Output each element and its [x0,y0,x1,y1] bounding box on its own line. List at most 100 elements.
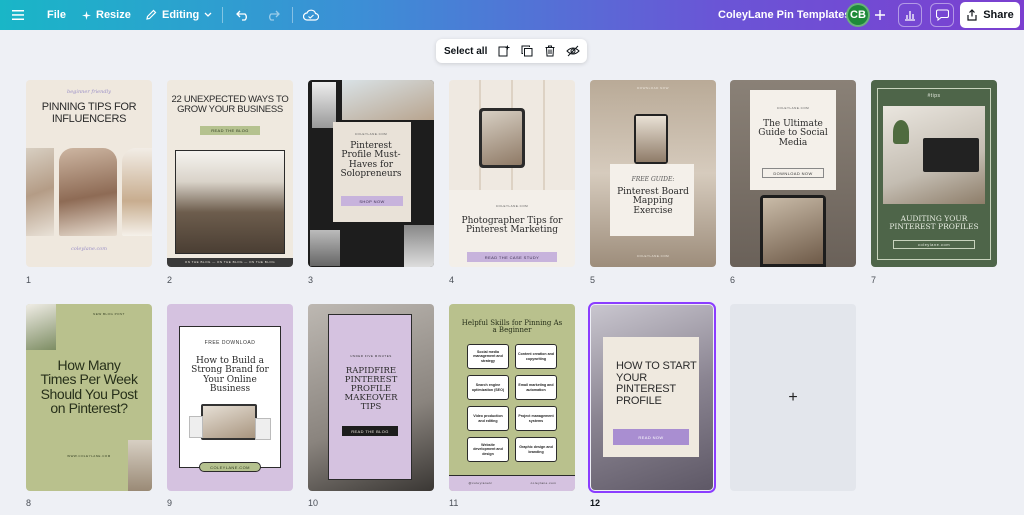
file-menu-label: File [47,9,66,21]
invite-button[interactable] [868,3,892,27]
page-thumbnail-4[interactable]: COLEYLANE.COM Photographer Tips for Pint… [449,80,575,267]
page-9-tablet [255,418,271,440]
page-thumbnail-6[interactable]: COLEYLANE.COM The Ultimate Guide to Soci… [730,80,856,267]
page-number: 5 [590,275,596,285]
page-3-site: COLEYLANE.COM [354,132,388,136]
share-button[interactable]: Share [960,2,1020,28]
page-number: 10 [308,498,319,508]
page-number: 7 [871,275,877,285]
page-6-tablet [760,195,826,267]
page-1-photo-left [26,148,54,236]
hamburger-icon [12,10,24,20]
page-2-title: 22 UNEXPECTED WAYS TO GROW YOUR BUSINESS [171,94,289,115]
avatar[interactable]: CB [846,3,870,27]
skill-box: Website development and design [467,437,509,462]
pencil-icon [145,9,157,21]
bar-chart-icon [904,9,916,21]
page-number: 2 [167,275,173,285]
redo-button[interactable] [266,0,280,30]
page-5-title: Pinterest Board Mapping Exercise [617,187,689,216]
page-12-button: READ NOW [613,429,689,445]
add-page-button[interactable]: + [730,304,856,491]
page-1-photo-right [122,148,152,236]
page-10-kicker: UNDER FIVE MINUTES [350,354,392,358]
add-page-icon[interactable] [496,43,512,59]
editing-mode-dropdown[interactable]: Editing [145,0,212,30]
insights-button[interactable] [898,3,922,27]
selection-toolbar: Select all [436,39,587,63]
divider [222,7,223,23]
undo-icon [236,9,250,21]
skill-box: Video production and editing [467,406,509,431]
page-thumbnail-8[interactable]: NEW BLOG POST How Many Times Per Week Sh… [26,304,152,491]
page-3-film-photo [342,80,434,120]
undo-button[interactable] [236,0,250,30]
file-menu[interactable]: File [47,0,66,30]
page-number: 4 [449,275,455,285]
page-5-top: DOWNLOAD NOW [637,86,669,90]
page-number: 12 [590,498,601,508]
editing-label: Editing [162,9,200,21]
skill-box: Project management systems [515,406,557,431]
project-title[interactable]: ColeyLane Pin Templates [718,0,850,30]
page-10-button: READ THE BLOG [342,426,398,436]
page-number: 1 [26,275,32,285]
page-5-footer: COLEYLANE.COM [636,254,670,258]
page-4-title: Photographer Tips for Pinterest Marketin… [461,216,563,236]
page-thumbnail-12[interactable]: HOW TO START YOUR PINTEREST PROFILE READ… [588,302,716,493]
avatar-initials: CB [850,9,866,21]
page-2-photo [175,150,285,254]
page-4-button: READ THE CASE STUDY [467,252,557,262]
page-7-photo [883,106,985,204]
page-thumbnail-1[interactable]: beginner friendly PINNING TIPS FOR INFLU… [26,80,152,267]
page-10-title: RAPIDFIRE PINTEREST PROFILE MAKEOVER TIP… [344,366,398,412]
page-8-photo-corner [128,440,152,491]
page-number: 11 [449,498,459,508]
skill-box: Search engine optimization (SEO) [467,375,509,400]
page-9-button: COLEYLANE.COM [199,462,261,472]
page-11-footer-left: @coleylanelc [468,481,493,485]
page-4-site: COLEYLANE.COM [495,204,529,208]
page-1-footer: coleylane.com [70,246,108,252]
redo-icon [266,9,280,21]
page-6-site: COLEYLANE.COM [776,106,810,110]
page-9-kicker: FREE DOWNLOAD [204,340,256,346]
cloud-save-status[interactable] [303,0,319,30]
page-3-title: Pinterest Profile Must-Haves for Solopre… [340,141,402,180]
hide-icon[interactable] [565,43,581,59]
page-4-tablet [479,108,525,168]
page-9-title: How to Build a Strong Brand for Your Onl… [191,356,269,395]
skill-box: Graphic design and branding [515,437,557,462]
page-thumbnail-11[interactable]: Helpful Skills for Pinning As a Beginner… [449,304,575,491]
duplicate-icon[interactable] [519,43,535,59]
sparkle-icon [82,10,91,20]
page-number: 9 [167,498,173,508]
page-11-footer-right: coleylane.com [530,481,557,485]
page-number: 6 [730,275,736,285]
plus-icon [875,10,885,20]
trash-icon[interactable] [542,43,558,59]
resize-button[interactable]: Resize [82,0,131,30]
page-thumbnail-10[interactable]: UNDER FIVE MINUTES RAPIDFIRE PINTEREST P… [308,304,434,491]
skill-box: Content creation and copywriting [515,344,557,369]
cloud-icon [303,9,319,21]
page-number: 3 [308,275,314,285]
comments-button[interactable] [930,3,954,27]
plus-icon: + [788,388,798,406]
resize-label: Resize [96,9,131,21]
page-thumbnail-9[interactable]: FREE DOWNLOAD How to Build a Strong Bran… [167,304,293,491]
page-2-footer: ON THE BLOG — ON THE BLOG — ON THE BLOG [167,258,293,267]
select-all-button[interactable]: Select all [444,46,487,57]
page-thumbnail-2[interactable]: 22 UNEXPECTED WAYS TO GROW YOUR BUSINESS… [167,80,293,267]
page-thumbnail-3[interactable]: COLEYLANE.COM Pinterest Profile Must-Hav… [308,80,434,267]
share-label: Share [983,9,1014,21]
page-1-title: PINNING TIPS FOR INFLUENCERS [41,101,137,125]
page-8-kicker: NEW BLOG POST [93,312,125,316]
page-9-tablet [189,416,203,438]
page-1-kicker: beginner friendly [67,89,111,95]
main-menu-button[interactable] [12,0,24,30]
skill-box: Social media management and strategy [467,344,509,369]
page-6-button: DOWNLOAD NOW [762,168,824,178]
page-thumbnail-5[interactable]: DOWNLOAD NOW FREE GUIDE: Pinterest Board… [590,80,716,267]
page-thumbnail-7[interactable]: #tips AUDITING YOUR PINTEREST PROFILES c… [871,80,997,267]
